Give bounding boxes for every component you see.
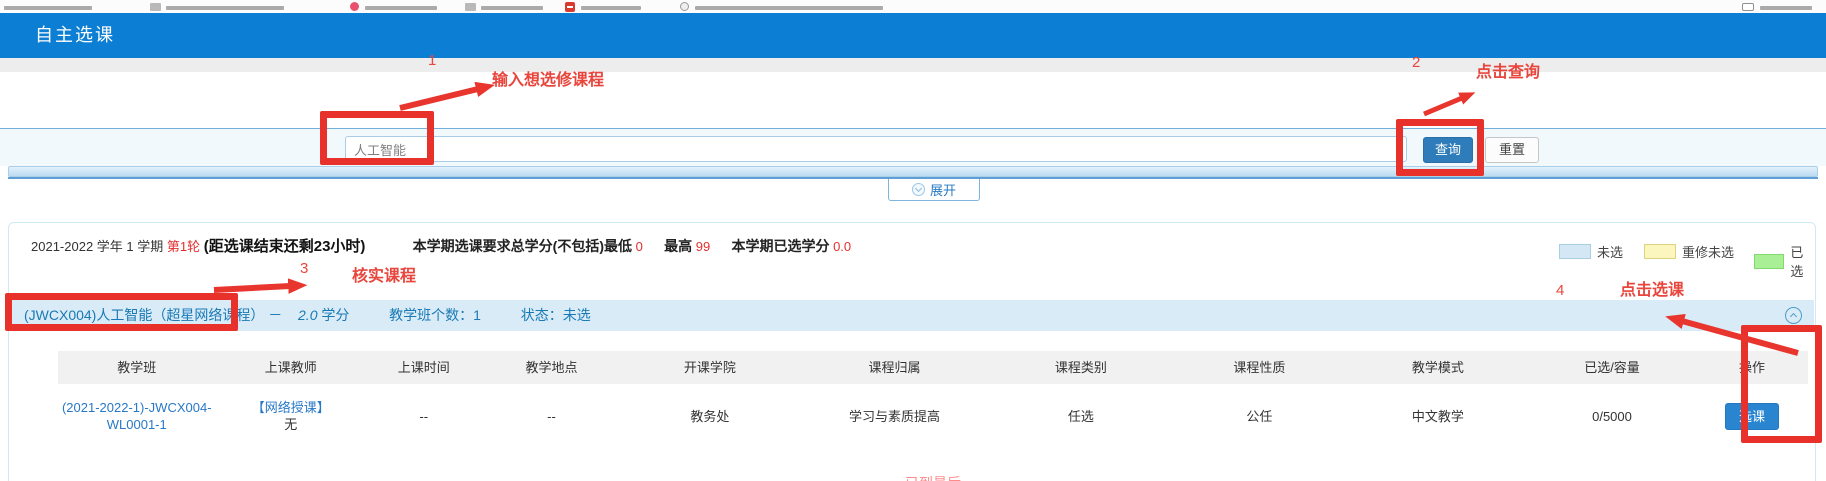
highlight-rect-search-input [320, 111, 434, 165]
legend-selected: 已选 [1754, 242, 1815, 280]
bookmark-text-clipped [4, 6, 92, 10]
annotation-step-number: 3 [300, 260, 308, 277]
page: 自主选课 查询 重置 展开 2021-2022 学年 1 学期 第1轮 (距选课… [0, 0, 1826, 481]
col-header: 课程归属 [798, 351, 991, 384]
class-place: -- [482, 384, 622, 448]
folder-icon [465, 3, 476, 11]
bookmark-text-clipped [365, 6, 437, 10]
course-result-panel: 2021-2022 学年 1 学期 第1轮 (距选课结束还剩23小时) 本学期选… [8, 222, 1816, 481]
semester-round: 第1轮 [167, 239, 200, 254]
bookmark-text-clipped [1760, 6, 1812, 10]
course-credit-value: 2.0 [298, 307, 317, 323]
course-nature: 公任 [1171, 384, 1348, 448]
highlight-rect-course-title [5, 293, 238, 331]
legend-swatch [1754, 254, 1784, 269]
arrow-step1 [400, 89, 478, 108]
table-row: (2021-2022-1)-JWCX004-WL0001-1 【网络授课】 无 … [58, 384, 1808, 448]
credit-req-prefix: 本学期选课要求总学分(不包括)最低 [413, 238, 632, 254]
bookmark-text-clipped [695, 6, 883, 10]
teaching-mode: 中文教学 [1348, 384, 1528, 448]
semester-term: 2021-2022 学年 1 学期 [31, 239, 163, 254]
end-of-list-hint: 已到最后 [905, 473, 961, 481]
arrow-step2 [1424, 98, 1462, 114]
col-header: 开课学院 [622, 351, 799, 384]
bookmark-text-clipped [481, 6, 543, 10]
capacity: 0/5000 [1528, 384, 1696, 448]
teacher-name: 无 [284, 416, 297, 433]
annotation-label: 点击查询 [1476, 58, 1540, 82]
annotation-label: 输入想选修课程 [492, 66, 604, 90]
college: 教务处 [622, 384, 799, 448]
table-header-row: 教学班 上课教师 上课时间 教学地点 开课学院 课程归属 课程类别 课程性质 教… [58, 351, 1808, 384]
bookmark-text-clipped [581, 6, 641, 10]
chevron-down-icon [912, 183, 925, 196]
col-header: 教学班 [58, 351, 216, 384]
app-header: 自主选课 [0, 13, 1826, 58]
legend-label: 重修未选 [1682, 242, 1734, 261]
selected-credit-label: 本学期已选学分 [731, 238, 829, 254]
teaching-mode-tag: 【网络授课】 [252, 399, 330, 416]
course-status-label: 状态： [521, 307, 563, 323]
course-belong: 学习与素质提高 [798, 384, 991, 448]
col-header: 教学地点 [482, 351, 622, 384]
semester-info-row: 2021-2022 学年 1 学期 第1轮 (距选课结束还剩23小时) 本学期选… [31, 235, 851, 256]
expand-label: 展开 [930, 180, 956, 199]
red-dot-icon [350, 2, 359, 11]
highlight-rect-action-column [1741, 325, 1822, 443]
legend-label: 已选 [1790, 242, 1815, 280]
annotation-label: 点击选课 [1620, 276, 1684, 300]
reset-button[interactable]: 重置 [1485, 137, 1539, 163]
credit-req-min: 0 [636, 239, 643, 254]
legend-swatch [1559, 244, 1591, 259]
selected-credit-value: 0.0 [833, 239, 851, 254]
col-header: 已选/容量 [1528, 351, 1696, 384]
annotation-label: 核实课程 [352, 262, 416, 286]
annotation-step-number: 2 [1412, 54, 1420, 71]
legend-unselected: 未选 [1559, 242, 1623, 261]
highlight-rect-query-button [1396, 119, 1484, 176]
header-divider-strip [0, 58, 1826, 72]
annotation-step-number: 1 [428, 52, 436, 69]
legend-swatch [1644, 244, 1676, 259]
col-header: 教学模式 [1348, 351, 1528, 384]
credit-req-max-label: 最高 [664, 238, 692, 254]
chevron-up-icon [1790, 313, 1797, 320]
credit-req-max: 99 [696, 239, 710, 254]
col-header: 课程性质 [1171, 351, 1348, 384]
col-header: 课程类别 [991, 351, 1171, 384]
annotation-step-number: 4 [1556, 282, 1564, 299]
class-count-label: 教学班个数： [389, 307, 473, 323]
browser-bookmarks-bar [0, 0, 1826, 13]
page-title: 自主选课 [35, 13, 115, 58]
course-category: 任选 [991, 384, 1171, 448]
folder-icon [150, 3, 161, 11]
class-time: -- [366, 384, 482, 448]
bookmark-text-clipped [166, 6, 284, 10]
col-header: 上课时间 [366, 351, 482, 384]
course-credit-unit: 学分 [321, 307, 349, 323]
collapse-course-button[interactable] [1785, 307, 1802, 324]
legend-retake-unselected: 重修未选 [1644, 242, 1734, 261]
device-icon [1742, 3, 1754, 11]
panel-gradient-bar [8, 166, 1818, 177]
class-table: 教学班 上课教师 上课时间 教学地点 开课学院 课程归属 课程类别 课程性质 教… [58, 351, 1808, 448]
class-code-link[interactable]: (2021-2022-1)-JWCX004-WL0001-1 [58, 399, 216, 433]
globe-icon [680, 2, 689, 11]
expand-toggle[interactable]: 展开 [888, 179, 980, 201]
course-header-bar: (JWCX004)人工智能（超星网络课程） － 2.0 学分 教学班个数：1 状… [10, 300, 1814, 331]
course-status-value: 未选 [563, 307, 591, 323]
course-search-input[interactable] [345, 136, 1407, 162]
legend-label: 未选 [1597, 242, 1623, 261]
red-square-icon [565, 2, 575, 12]
deadline-countdown: (距选课结束还剩23小时) [204, 238, 366, 255]
col-header: 上课教师 [216, 351, 367, 384]
class-count-value: 1 [473, 307, 481, 323]
